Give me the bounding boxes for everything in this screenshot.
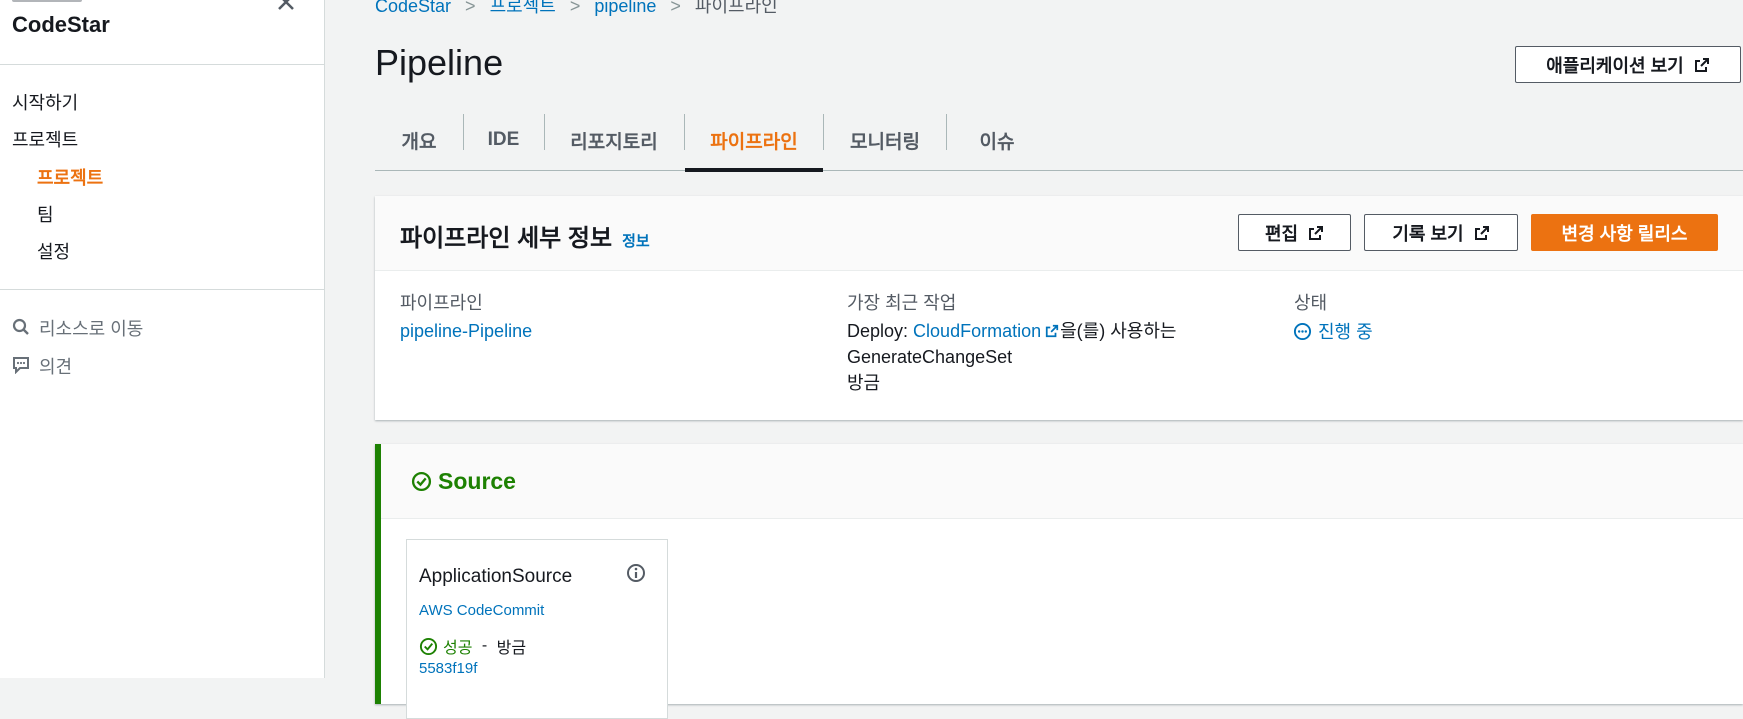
- divider: [0, 289, 325, 290]
- tab-overview[interactable]: 개요: [375, 110, 463, 170]
- recent-action-name: GenerateChangeSet: [847, 347, 1013, 367]
- breadcrumb-codestar[interactable]: CodeStar: [375, 0, 451, 16]
- view-history-button[interactable]: 기록 보기: [1364, 214, 1518, 251]
- action-name: ApplicationSource: [419, 566, 573, 587]
- status-value: 진행 중: [1293, 318, 1373, 344]
- search-icon: [12, 318, 29, 335]
- sidebar-item-settings[interactable]: 설정: [37, 238, 70, 264]
- stage-source: Source ApplicationSource AWS CodeCommit …: [375, 444, 1743, 719]
- card-header: 파이프라인 세부 정보 정보 편집 기록 보기 변경 사항 릴리스: [375, 196, 1743, 271]
- action-status-separator: -: [477, 637, 492, 654]
- tab-issues[interactable]: 이슈: [947, 110, 1047, 170]
- pipeline-label: 파이프라인: [400, 293, 483, 313]
- external-link-icon: [1309, 225, 1324, 240]
- pipeline-name-link[interactable]: pipeline-Pipeline: [400, 318, 532, 344]
- tab-ide[interactable]: IDE: [463, 110, 544, 170]
- breadcrumb-separator-icon: >: [670, 0, 681, 16]
- view-application-button[interactable]: 애플리케이션 보기: [1515, 46, 1741, 83]
- breadcrumb-separator-icon: >: [569, 0, 581, 16]
- sidebar-title: CodeStar: [12, 12, 110, 37]
- breadcrumb-separator-icon: >: [465, 0, 476, 16]
- sidebar: CodeStar 시작하기 프로젝트 프로젝트 팀 설정 리소스로 이동 의견: [0, 0, 325, 678]
- info-link[interactable]: 정보: [622, 233, 650, 250]
- card-title-text: 파이프라인 세부 정보: [400, 225, 613, 252]
- sidebar-header-cut-text: [12, 0, 92, 2]
- release-change-button[interactable]: 변경 사항 릴리스: [1531, 214, 1718, 251]
- feedback-link[interactable]: 의견: [39, 353, 72, 379]
- recent-action-suffix: 을(를) 사용하는: [1060, 321, 1177, 341]
- status-label: 상태: [1294, 293, 1328, 313]
- action-card: ApplicationSource AWS CodeCommit 성공 - 방금…: [406, 539, 668, 719]
- page-title: Pipeline: [375, 42, 504, 83]
- feedback-icon: [13, 357, 29, 374]
- status-text: 진행 중: [1318, 322, 1373, 342]
- tab-pipeline[interactable]: 파이프라인: [685, 110, 823, 172]
- stage-title: Source: [411, 468, 516, 495]
- sidebar-item-team[interactable]: 팀: [37, 201, 54, 227]
- view-history-label: 기록 보기: [1392, 223, 1464, 244]
- recent-action-time: 방금: [847, 373, 881, 393]
- divider: [0, 64, 325, 65]
- in-progress-icon: [1293, 322, 1312, 340]
- pipeline-details-card: 파이프라인 세부 정보 정보 편집 기록 보기 변경 사항 릴리스 파이프라인 p…: [375, 196, 1743, 420]
- tab-monitoring[interactable]: 모니터링: [824, 110, 946, 170]
- breadcrumb-projects[interactable]: 프로젝트: [490, 0, 556, 16]
- recent-action-label: 가장 최근 작업: [847, 293, 957, 313]
- view-application-label: 애플리케이션 보기: [1546, 55, 1684, 76]
- success-check-icon: [419, 637, 438, 655]
- cloudformation-link[interactable]: CloudFormation: [913, 321, 1041, 341]
- action-status: 성공 - 방금: [419, 634, 526, 658]
- sidebar-item-projects[interactable]: 프로젝트: [37, 164, 103, 190]
- edit-button[interactable]: 편집: [1238, 214, 1351, 251]
- edit-label: 편집: [1264, 223, 1299, 244]
- breadcrumb-pipeline[interactable]: pipeline: [594, 0, 656, 16]
- tab-repository[interactable]: 리포지토리: [544, 110, 684, 170]
- action-provider-link[interactable]: AWS CodeCommit: [419, 602, 544, 619]
- stage-name: Source: [438, 468, 516, 494]
- go-to-resource-link[interactable]: 리소스로 이동: [39, 315, 143, 341]
- breadcrumb-current: 파이프라인: [694, 0, 778, 16]
- external-link-icon: [1694, 57, 1709, 72]
- stage-header: Source: [381, 444, 1743, 519]
- action-time: 방금: [496, 640, 527, 657]
- external-link-icon: [1474, 225, 1489, 240]
- sidebar-item-projects-heading[interactable]: 프로젝트: [12, 126, 78, 152]
- recent-action-value: Deploy: CloudFormation 을(를) 사용하는 Generate…: [847, 318, 1176, 396]
- info-icon[interactable]: [626, 563, 646, 583]
- external-link-icon: [1045, 324, 1059, 338]
- action-status-text: 성공: [443, 640, 473, 657]
- success-check-icon: [411, 471, 432, 492]
- recent-action-prefix: Deploy:: [847, 321, 914, 341]
- breadcrumb: CodeStar > 프로젝트 > pipeline > 파이프라인: [375, 0, 778, 18]
- commit-id-link[interactable]: 5583f19f: [419, 660, 477, 677]
- sidebar-item-getting-started[interactable]: 시작하기: [12, 89, 78, 115]
- close-icon[interactable]: [276, 0, 296, 12]
- card-title: 파이프라인 세부 정보 정보: [400, 218, 650, 253]
- tab-bar: 개요 IDE 리포지토리 파이프라인 모니터링 이슈: [375, 110, 1743, 172]
